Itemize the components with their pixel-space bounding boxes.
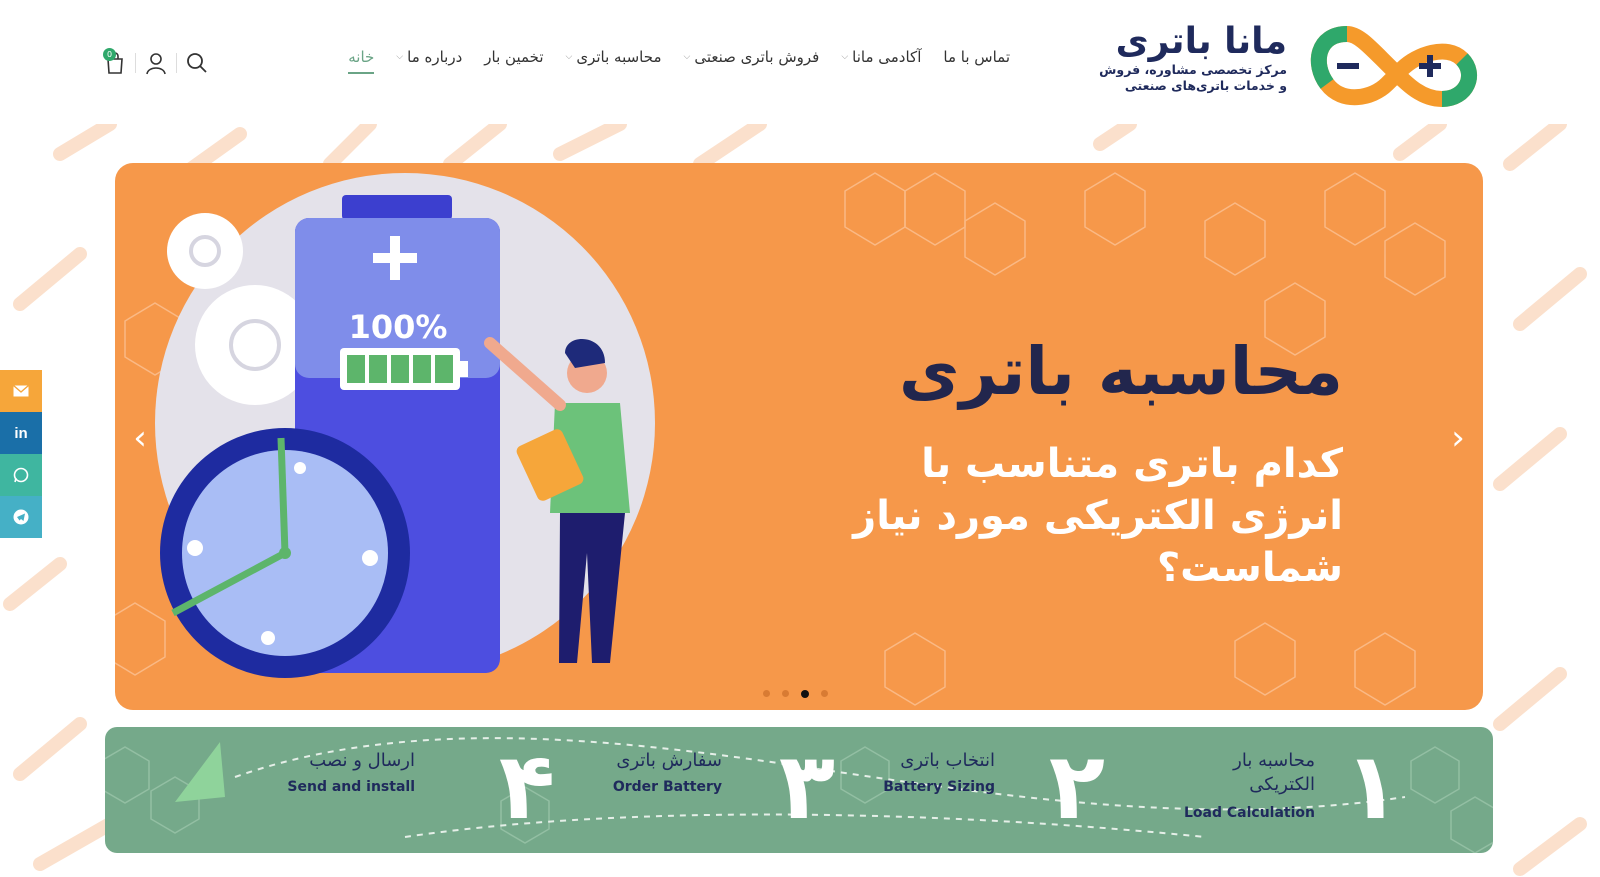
- step-number: ۴: [498, 733, 555, 840]
- cart-button[interactable]: 0: [95, 48, 135, 78]
- nav-label: درباره ما: [407, 48, 463, 66]
- slider-pagination: [763, 690, 828, 698]
- nav-item-load-estimate[interactable]: تخمین بار: [484, 48, 543, 74]
- linkedin-icon: in: [14, 424, 28, 442]
- slide-subtitle: کدام باتری متناسب با انرژی الکتریکی مورد…: [853, 441, 1343, 591]
- slider-dot[interactable]: [782, 690, 789, 697]
- step-1: ۱ محاسبه بار الکتریکی Load Calculation: [1105, 727, 1415, 853]
- email-icon: [13, 385, 29, 397]
- nav-item-battery-calc[interactable]: محاسبه باتری ⌵: [566, 48, 662, 74]
- brand-title: مانا باتری: [1115, 21, 1287, 62]
- step-3: ۳ سفارش باتری Order Battery: [565, 727, 835, 853]
- chevron-left-icon: ‹: [133, 418, 147, 458]
- telegram-icon: [13, 509, 29, 525]
- nav-item-academy[interactable]: آکادمی مانا ⌵: [841, 48, 921, 74]
- step-4: ۴ ارسال و نصب Send and install: [287, 727, 555, 853]
- nav-item-about[interactable]: درباره ما ⌵: [396, 48, 462, 74]
- slider-dot[interactable]: [821, 690, 828, 697]
- telegram-share-button[interactable]: [0, 496, 42, 538]
- nav-label: آکادمی مانا: [852, 48, 922, 66]
- step-subtitle: Order Battery: [612, 779, 722, 795]
- battery-percent-label: 100%: [349, 308, 448, 346]
- nav-label: محاسبه باتری: [576, 48, 662, 66]
- whatsapp-share-button[interactable]: [0, 454, 42, 496]
- logo[interactable]: مانا باتری مرکز تخصصی مشاوره، فروش و خدم…: [1099, 14, 1482, 114]
- user-icon: [146, 53, 166, 75]
- process-steps: ۱ محاسبه بار الکتریکی Load Calculation ۲…: [105, 727, 1493, 853]
- site-header: مانا باتری مرکز تخصصی مشاوره، فروش و خدم…: [0, 0, 1600, 120]
- battery-illustration: 100%: [155, 173, 655, 678]
- logo-mark-icon: [1310, 25, 1477, 108]
- step-title: محاسبه بار الکتریکی: [1233, 750, 1315, 795]
- chevron-right-icon: ›: [1451, 418, 1465, 458]
- account-button[interactable]: [136, 48, 176, 78]
- paper-plane-icon: [175, 742, 225, 802]
- email-share-button[interactable]: [0, 370, 42, 412]
- step-subtitle: Load Calculation: [1184, 805, 1315, 821]
- step-subtitle: Send and install: [287, 779, 415, 795]
- nav-label: تماس با ما: [943, 48, 1010, 66]
- brand-subtitle-line2: و خدمات باتری‌های صنعتی: [1124, 78, 1287, 93]
- main-nav: خانه درباره ما ⌵ تخمین بار محاسبه باتری ⌵ …: [348, 48, 1010, 74]
- nav-label: خانه: [348, 48, 375, 66]
- slider-dot-active[interactable]: [801, 690, 809, 698]
- step-2: ۲ انتخاب باتری Battery Sizing: [845, 727, 1105, 853]
- chevron-down-icon: ⌵: [841, 52, 849, 62]
- step-number: ۳: [778, 733, 835, 840]
- linkedin-share-button[interactable]: in: [0, 412, 42, 454]
- step-title: انتخاب باتری: [900, 750, 995, 771]
- nav-item-industrial-sales[interactable]: فروش باتری صنعتی ⌵: [683, 48, 819, 74]
- slide-title: محاسبه باتری: [899, 333, 1343, 410]
- slider-prev-button[interactable]: ‹: [125, 418, 155, 458]
- nav-item-home[interactable]: خانه: [348, 48, 375, 74]
- nav-item-contact[interactable]: تماس با ما: [943, 48, 1010, 74]
- hero-slider: 100% محاسبه باتری کدام باتری متناسب با ا…: [115, 163, 1483, 710]
- chevron-down-icon: ⌵: [396, 52, 404, 62]
- whatsapp-icon: [13, 467, 29, 483]
- step-subtitle: Battery Sizing: [883, 779, 995, 795]
- chevron-down-icon: ⌵: [683, 52, 691, 62]
- social-sidebar: in: [0, 370, 42, 538]
- header-tools: 0: [95, 48, 217, 78]
- search-icon: [187, 53, 207, 73]
- brand-subtitle-line1: مرکز تخصصی مشاوره، فروش: [1099, 62, 1287, 77]
- step-number: ۱: [1343, 733, 1400, 840]
- slider-next-button[interactable]: ›: [1443, 418, 1473, 458]
- search-button[interactable]: [177, 48, 217, 78]
- chevron-down-icon: ⌵: [565, 52, 573, 62]
- page: مانا باتری مرکز تخصصی مشاوره، فروش و خدم…: [0, 0, 1600, 877]
- nav-label: فروش باتری صنعتی: [694, 48, 820, 66]
- nav-label: تخمین بار: [484, 48, 544, 66]
- slider-dot[interactable]: [763, 690, 770, 697]
- step-title: ارسال و نصب: [309, 750, 415, 771]
- cart-count-badge: 0: [103, 48, 116, 61]
- step-number: ۲: [1048, 733, 1105, 840]
- step-title: سفارش باتری: [616, 750, 722, 771]
